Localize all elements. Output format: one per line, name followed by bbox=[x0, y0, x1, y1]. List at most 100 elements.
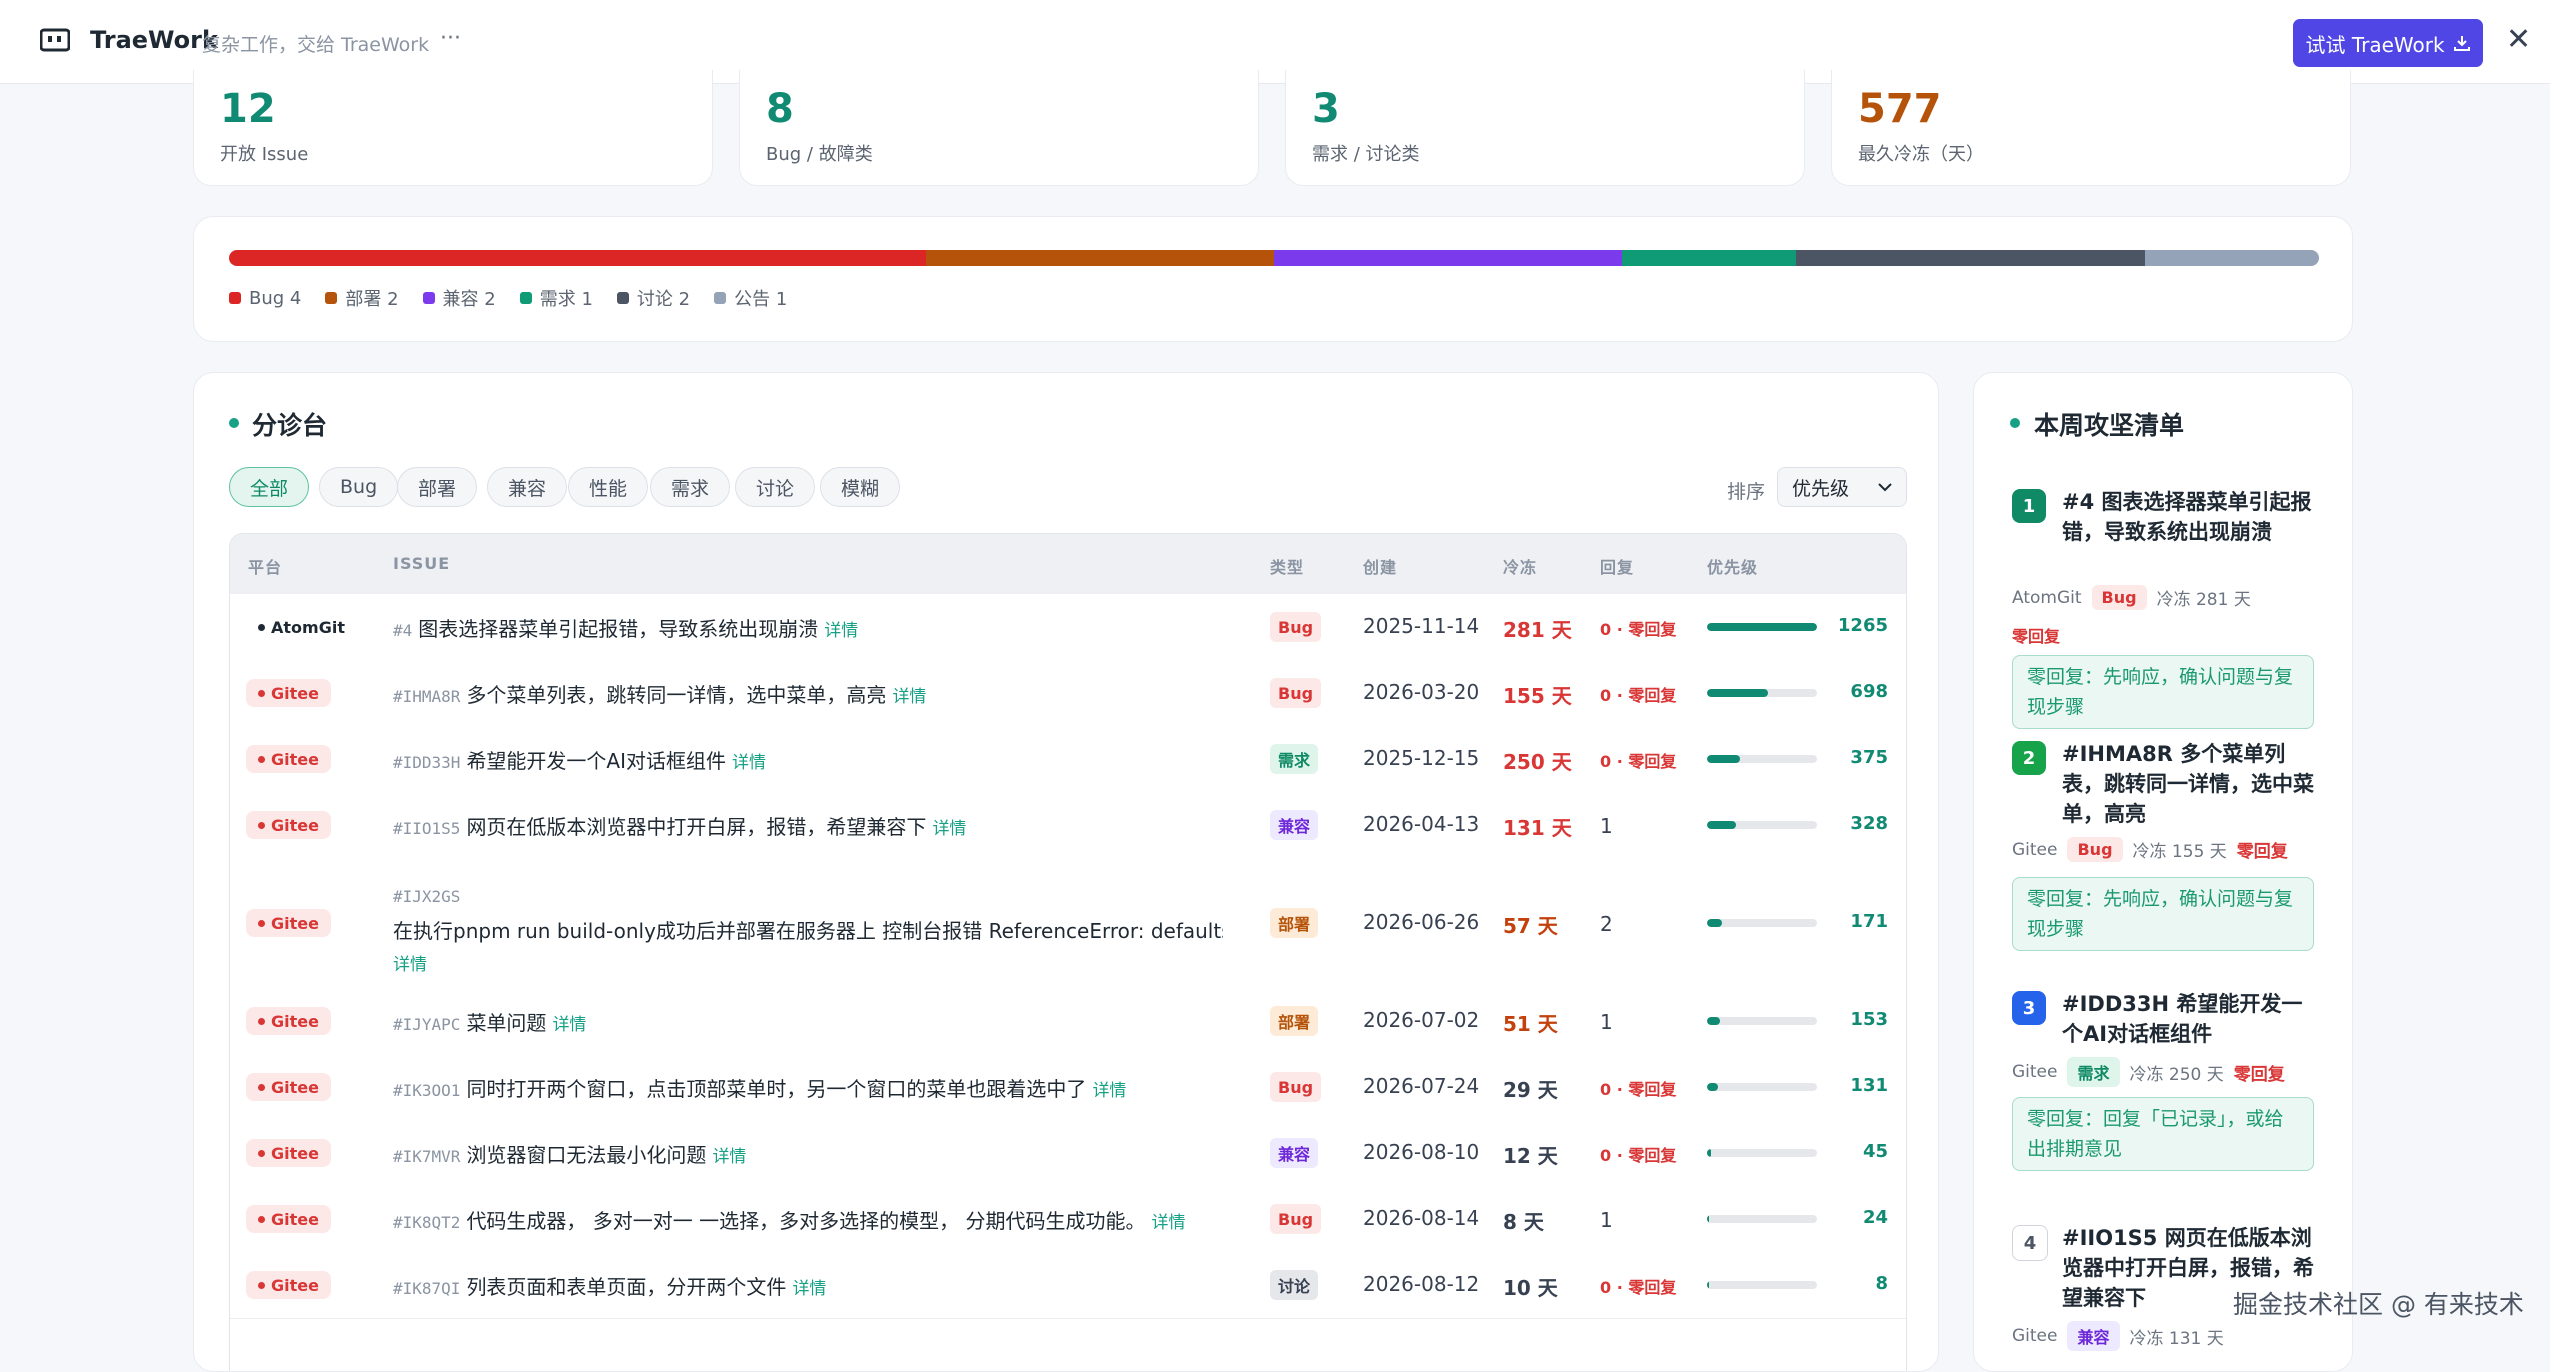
legend-item[interactable]: 部署 2 bbox=[325, 285, 399, 311]
platform-dot-icon bbox=[258, 919, 265, 927]
rank-title[interactable]: #IDD33H 希望能开发一个AI对话框组件 bbox=[2062, 989, 2317, 1049]
freeze-days: 29 天 bbox=[1503, 1078, 1558, 1102]
platform-dot-icon bbox=[258, 1017, 265, 1025]
platform-name: Gitee bbox=[271, 749, 319, 769]
stat-label: 需求 / 讨论类 bbox=[1312, 144, 1420, 165]
legend-label: 部署 2 bbox=[345, 289, 399, 310]
issue-cell: #IK3OO1 同时打开两个窗口，点击顶部菜单时，另一个窗口的菜单也跟着选中了 详情 bbox=[393, 1073, 1223, 1102]
issue-title[interactable]: 列表页面和表单页面，分开两个文件 bbox=[466, 1275, 786, 1299]
priority-score: 1265 bbox=[1837, 615, 1888, 636]
priority-bar bbox=[1707, 689, 1817, 697]
table-row[interactable]: Gitee #IK3OO1 同时打开两个窗口，点击顶部菜单时，另一个窗口的菜单也跟着… bbox=[230, 1054, 1906, 1121]
platform-name: Gitee bbox=[271, 683, 319, 703]
type-badge: 需求 bbox=[2067, 1057, 2120, 1087]
issue-title[interactable]: 在执行pnpm run build-only成功后并部署在服务器上 控制台报错 … bbox=[393, 914, 1223, 948]
detail-link[interactable]: 详情 bbox=[792, 1279, 826, 1299]
try-traework-button[interactable]: 试试 TraeWork bbox=[2293, 19, 2483, 67]
issue-title[interactable]: 图表选择器菜单引起报错，导致系统出现崩溃 bbox=[418, 617, 818, 641]
legend-item[interactable]: Bug 4 bbox=[229, 285, 301, 311]
priority-score: 698 bbox=[1850, 681, 1888, 702]
rank-title[interactable]: #4 图表选择器菜单引起报错，导致系统出现崩溃 bbox=[2062, 487, 2317, 547]
legend-item[interactable]: 兼容 2 bbox=[422, 285, 496, 311]
detail-link[interactable]: 详情 bbox=[932, 819, 966, 839]
sort-value: 优先级 bbox=[1792, 477, 1850, 500]
table-row[interactable]: Gitee #IDD33H 希望能开发一个AI对话框组件 详情 需求 2025-12-15… bbox=[230, 726, 1906, 793]
detail-link[interactable]: 详情 bbox=[1152, 1213, 1186, 1233]
detail-link[interactable]: 详情 bbox=[1092, 1081, 1126, 1101]
table-row[interactable]: Gitee #IK87QI 列表页面和表单页面，分开两个文件 详情 讨论 2026-08-… bbox=[230, 1252, 1906, 1319]
platform-dot-icon bbox=[258, 1215, 265, 1223]
freeze-days: 155 天 bbox=[1503, 684, 1572, 708]
watermark: 掘金技术社区 @ 有来技术 bbox=[2233, 1290, 2524, 1319]
legend-dot bbox=[229, 292, 241, 304]
close-icon[interactable]: ✕ bbox=[2506, 22, 2531, 57]
issue-title[interactable]: 菜单问题 bbox=[466, 1011, 546, 1035]
stat-value: 3 bbox=[1312, 86, 1340, 132]
issue-title[interactable]: 希望能开发一个AI对话框组件 bbox=[466, 749, 726, 773]
legend-item[interactable]: 需求 1 bbox=[519, 285, 593, 311]
detail-link[interactable]: 详情 bbox=[732, 753, 766, 773]
table-row[interactable]: Gitee #IK8QT2 代码生成器， 多对一对一 一选择，多对多选择的模型， 分… bbox=[230, 1186, 1906, 1253]
legend-label: 公告 1 bbox=[734, 289, 788, 310]
issue-title[interactable]: 多个菜单列表，跳转同一详情，选中菜单，高亮 bbox=[466, 683, 886, 707]
reply-count: 0 · 零回复 bbox=[1600, 752, 1677, 771]
legend-item[interactable]: 公告 1 bbox=[714, 285, 787, 311]
table-row[interactable]: Gitee #IK7MVR 浏览器窗口无法最小化问题 详情 兼容 2026-08-10 12… bbox=[230, 1120, 1906, 1187]
table-row[interactable]: Gitee #IJX2GS 在执行pnpm run build-only成功后并部署… bbox=[230, 858, 1906, 989]
sort-select[interactable]: 优先级 bbox=[1777, 467, 1907, 507]
platform-dot-icon bbox=[258, 1281, 265, 1289]
detail-link[interactable]: 详情 bbox=[892, 687, 926, 707]
filter-chip[interactable]: 模糊 bbox=[820, 467, 901, 507]
filter-chip[interactable]: 兼容 bbox=[487, 467, 568, 507]
table-row[interactable]: Gitee #IIO1S5 网页在低版本浏览器中打开白屏，报错，希望兼容下 详情 兼容 2… bbox=[230, 792, 1906, 859]
rank-platform: Gitee bbox=[2012, 839, 2058, 860]
table-row[interactable]: Gitee #IJYAPC 菜单问题 详情 部署 2026-07-02 51 天 1 153 bbox=[230, 988, 1906, 1055]
priority-bar bbox=[1707, 1281, 1817, 1289]
reply-count: 0 · 零回复 bbox=[1600, 1080, 1677, 1099]
reply-count: 0 · 零回复 bbox=[1600, 1278, 1677, 1297]
filter-chip[interactable]: 讨论 bbox=[735, 467, 816, 507]
col-priority: 优先级 bbox=[1707, 558, 1759, 577]
issue-title[interactable]: 同时打开两个窗口，点击顶部菜单时，另一个窗口的菜单也跟着选中了 bbox=[466, 1077, 1086, 1101]
detail-link[interactable]: 详情 bbox=[393, 948, 1223, 982]
issue-cell: #4 图表选择器菜单引起报错，导致系统出现崩溃 详情 bbox=[393, 613, 1223, 642]
app-tagline: 复杂工作，交给 TraeWork bbox=[202, 34, 430, 56]
platform-dot-icon bbox=[258, 1149, 265, 1157]
filter-chip[interactable]: 全部 bbox=[229, 467, 310, 507]
detail-link[interactable]: 详情 bbox=[712, 1147, 746, 1167]
col-reply: 回复 bbox=[1600, 558, 1635, 577]
table-row[interactable]: Gitee #IHMA8R 多个菜单列表，跳转同一详情，选中菜单，高亮 详情 Bug 20… bbox=[230, 660, 1906, 727]
table-row[interactable]: AtomGit #4 图表选择器菜单引起报错，导致系统出现崩溃 详情 Bug 2025-1… bbox=[230, 594, 1906, 661]
issue-cell: #IIO1S5 网页在低版本浏览器中打开白屏，报错，希望兼容下 详情 bbox=[393, 811, 1223, 840]
rank-platform: Gitee bbox=[2012, 1326, 2058, 1346]
platform-dot-icon bbox=[258, 1083, 265, 1091]
filter-chip[interactable]: 需求 bbox=[650, 467, 731, 507]
col-platform: 平台 bbox=[248, 558, 283, 577]
legend-dot bbox=[714, 292, 727, 304]
filter-chip[interactable]: 部署 bbox=[397, 467, 478, 507]
triage-title: 分诊台 bbox=[252, 411, 328, 440]
legend-dot bbox=[325, 292, 338, 304]
issue-title[interactable]: 网页在低版本浏览器中打开白屏，报错，希望兼容下 bbox=[466, 815, 926, 839]
filter-chip[interactable]: 性能 bbox=[568, 467, 649, 507]
detail-link[interactable]: 详情 bbox=[824, 621, 858, 641]
rank-title[interactable]: #IHMA8R 多个菜单列表，跳转同一详情，选中菜单，高亮 bbox=[2062, 739, 2317, 829]
rank-badge: 3 bbox=[2012, 991, 2046, 1025]
filter-chip[interactable]: Bug bbox=[319, 467, 399, 507]
freeze-days: 131 天 bbox=[1503, 816, 1572, 840]
issue-title[interactable]: 浏览器窗口无法最小化问题 bbox=[466, 1143, 706, 1167]
created-date: 2026-04-13 bbox=[1363, 812, 1480, 836]
legend-item[interactable]: 讨论 2 bbox=[616, 285, 690, 311]
type-distribution-card: Bug 4 部署 2 兼容 2 需求 1 讨论 2 公告 1 bbox=[193, 216, 2353, 342]
platform-badge: AtomGit bbox=[246, 613, 357, 641]
stat-label: 开放 Issue bbox=[220, 144, 309, 165]
reply-count: 1 bbox=[1600, 1010, 1613, 1034]
reply-count: 0 · 零回复 bbox=[1600, 620, 1677, 639]
section-dot bbox=[229, 418, 239, 428]
priority-score: 328 bbox=[1850, 813, 1888, 834]
more-icon[interactable]: ··· bbox=[440, 26, 461, 51]
issue-title[interactable]: 代码生成器， 多对一对一 一选择，多对多选择的模型， 分期代码生成功能。 bbox=[466, 1209, 1145, 1233]
detail-link[interactable]: 详情 bbox=[552, 1015, 586, 1035]
distribution-legend: Bug 4 部署 2 兼容 2 需求 1 讨论 2 公告 1 bbox=[229, 285, 787, 311]
issue-number: #IK3OO1 bbox=[393, 1081, 461, 1100]
